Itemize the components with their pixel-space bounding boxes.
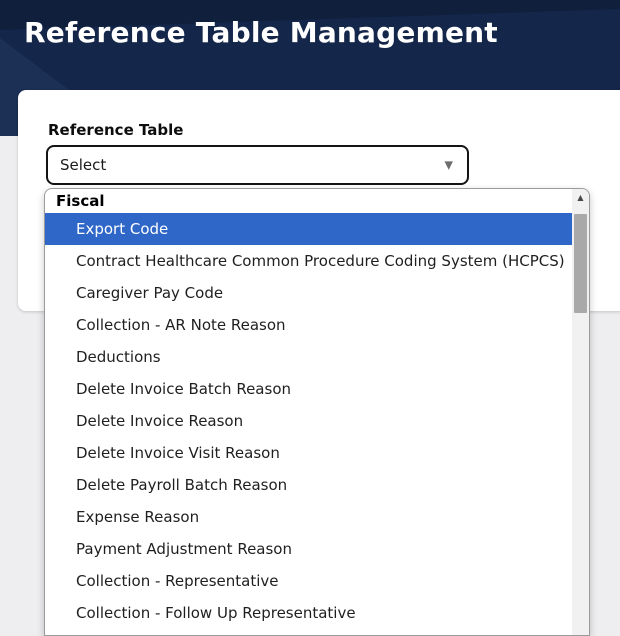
- dropdown-option[interactable]: Collection - Representative: [45, 565, 572, 597]
- reference-table-select[interactable]: Select ▼: [46, 145, 469, 185]
- reference-table-label: Reference Table: [48, 121, 183, 139]
- dropdown-option[interactable]: Delete Invoice Batch Reason: [45, 373, 572, 405]
- dropdown-group-label: Fiscal: [45, 189, 572, 213]
- dropdown-option-list: Fiscal Export CodeContract Healthcare Co…: [45, 189, 572, 635]
- chevron-down-icon: ▼: [445, 160, 453, 171]
- page-title: Reference Table Management: [24, 16, 498, 49]
- dropdown-option[interactable]: Export Code: [45, 213, 572, 245]
- dropdown-option[interactable]: Delete Invoice Reason: [45, 405, 572, 437]
- dropdown-scrollbar[interactable]: ▲: [572, 189, 589, 635]
- dropdown-option[interactable]: Delete Invoice Visit Reason: [45, 437, 572, 469]
- dropdown-option[interactable]: Contract Healthcare Common Procedure Cod…: [45, 245, 572, 277]
- scroll-up-icon: ▲: [577, 194, 583, 202]
- dropdown-option[interactable]: Collection - Follow Up Representative: [45, 597, 572, 629]
- dropdown-option[interactable]: Payment Adjustment Reason: [45, 533, 572, 565]
- dropdown-option[interactable]: Deductions: [45, 341, 572, 373]
- scroll-up-button[interactable]: ▲: [572, 189, 589, 207]
- dropdown-option[interactable]: Delete Payroll Batch Reason: [45, 469, 572, 501]
- dropdown-option[interactable]: Caregiver Pay Code: [45, 277, 572, 309]
- dropdown-option[interactable]: Expense Reason: [45, 501, 572, 533]
- dropdown-option[interactable]: Collection - AR Note Reason: [45, 309, 572, 341]
- select-value: Select: [60, 147, 106, 183]
- dropdown-listbox: Fiscal Export CodeContract Healthcare Co…: [44, 188, 590, 636]
- scrollbar-thumb[interactable]: [574, 214, 587, 313]
